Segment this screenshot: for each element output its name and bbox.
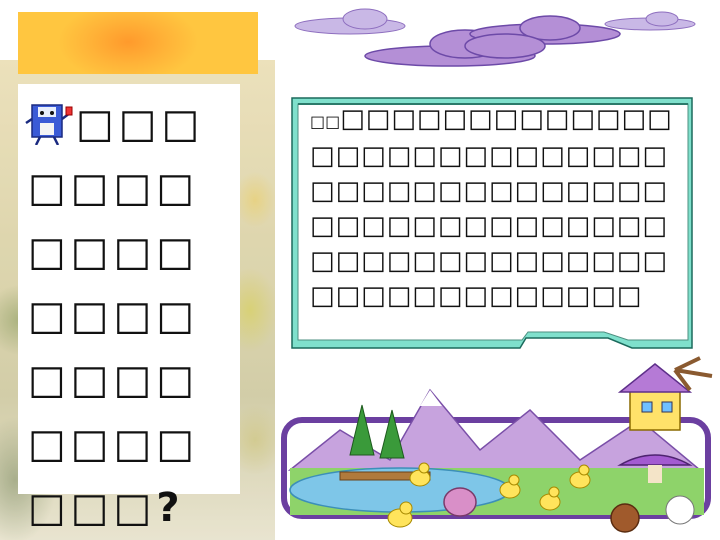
floppy-disk-mascot-icon — [25, 104, 73, 145]
question-text-block: □□□□□□□□□□□□□□□□□□□□□□□□□□? — [25, 92, 223, 540]
landscape-scene — [281, 356, 713, 533]
question-text: □□□□□□□□□□□□□□□□□□□□□□□□□□? — [28, 101, 205, 531]
title-bar — [18, 12, 258, 74]
clouds-decoration — [294, 8, 696, 67]
bubble-text: □□□□□□□□□□□□□□□□□□□□□□□□□□□□□□□□□□□□□□□□… — [310, 104, 673, 311]
bubble-text-block: □□□□□□□□□□□□□□□□□□□□□□□□□□□□□□□□□□□□□□□□… — [310, 102, 682, 314]
bubble-lead: □□ — [310, 112, 341, 131]
